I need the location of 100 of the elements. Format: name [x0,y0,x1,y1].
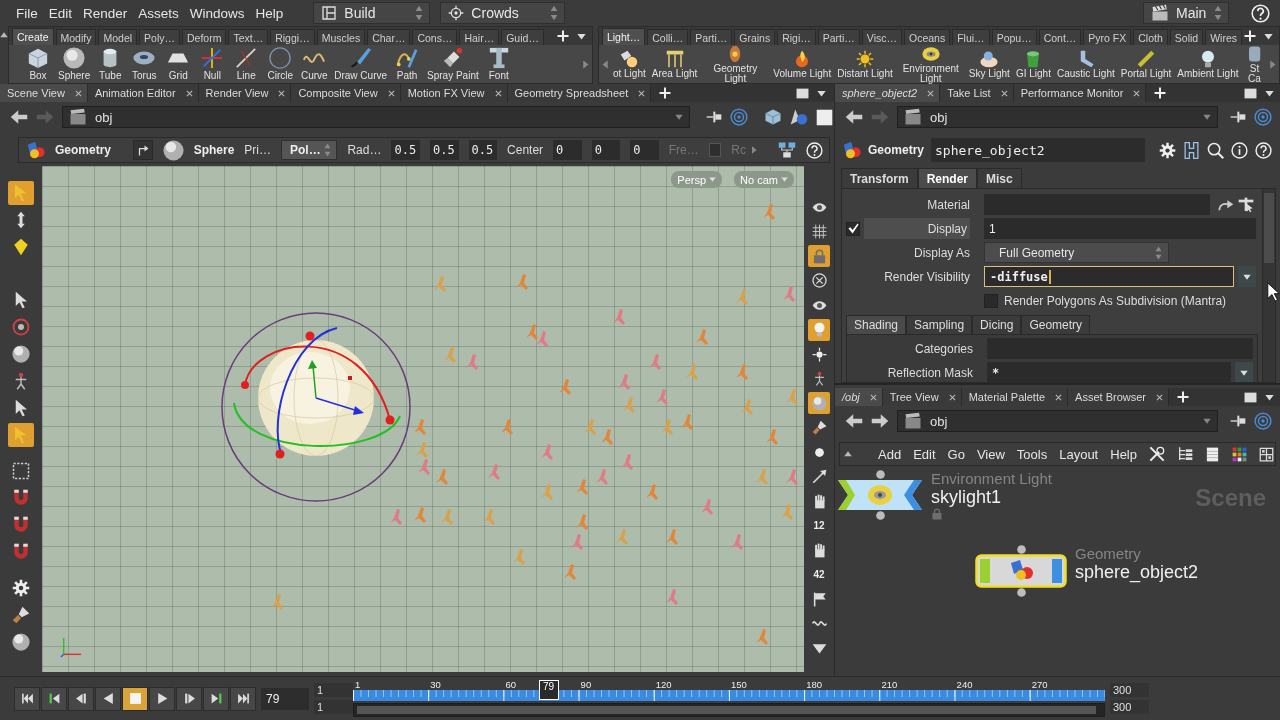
color-grid-icon[interactable] [1232,446,1247,462]
desktop-menu[interactable]: Main [1143,2,1229,24]
playback-button[interactable] [176,686,202,711]
folder-tab[interactable]: Dicing [972,315,1022,334]
menu-item[interactable]: Go [947,446,965,462]
shelf-tab[interactable]: Parti… [817,29,860,45]
dropdown-menu[interactable]: Pol… [281,140,338,160]
back-arrow-icon[interactable] [845,412,863,430]
input-field[interactable]: 1 [984,218,1256,239]
number-field[interactable]: 0.5 [391,140,420,160]
pane-tab[interactable]: Performance Monitor [1013,84,1147,102]
scrollbar[interactable] [1262,189,1275,382]
maximize-icon[interactable] [796,86,809,100]
menu-item[interactable]: File [16,5,38,21]
add-icon[interactable] [659,87,672,99]
shelf-tab[interactable]: Wires [1205,29,1242,45]
add-icon[interactable] [1244,30,1256,42]
help-icon[interactable] [806,141,823,159]
shelf-tool[interactable]: Volume Light [770,49,835,79]
shelf-tool[interactable]: Tube [93,47,128,81]
number-field[interactable]: 0.5 [468,140,498,160]
number-field[interactable]: 0 [553,140,582,160]
back-arrow-icon[interactable] [10,108,28,126]
shelf-tab[interactable]: Muscles [316,29,366,45]
start-frame-field[interactable]: 1 [314,700,353,714]
shelf-tab[interactable]: Light… [601,28,646,45]
input-field[interactable]: -diffuse [984,266,1234,287]
back-arrow-icon[interactable] [845,108,863,126]
close-icon[interactable] [1133,89,1141,97]
dropdown-menu[interactable]: Full Geometry [984,242,1169,263]
menu-button[interactable] [1238,266,1256,287]
menu-item[interactable]: Render [83,5,128,21]
shelf-tab[interactable]: Oceans [904,29,951,45]
menu-item[interactable]: Assets [138,5,179,21]
help-icon[interactable] [1251,3,1270,23]
shelf-tab[interactable]: Guid… [501,29,544,45]
shelf-tab[interactable]: Char… [367,29,411,45]
playback-button[interactable] [95,686,121,711]
shelf-tab[interactable]: Text… [228,29,269,45]
info-icon[interactable] [1231,141,1248,159]
sphere-geometry[interactable] [257,339,375,457]
shelf-tab[interactable]: Deform [182,29,227,45]
number-field[interactable]: 0 [630,140,659,160]
caret-down-icon[interactable] [1265,88,1274,98]
playback-button[interactable] [230,686,256,711]
playback-button[interactable] [14,686,40,711]
pane-tab[interactable]: Render View [198,84,292,102]
pane-tab[interactable]: Motion FX View [400,84,508,102]
shelf-tab[interactable]: Cont… [1038,29,1082,45]
shelf-tab[interactable]: Cloth [1133,29,1168,45]
pane-tab[interactable]: Material Palette [961,388,1069,406]
node-graph-icon[interactable] [778,141,796,159]
collapse-arrow-icon[interactable] [844,450,852,458]
shelf-tab[interactable]: Visc… [861,29,902,45]
shelf-tab[interactable]: Grains [734,29,776,45]
scroll-up-icon[interactable] [0,31,8,39]
shelf-tool[interactable]: Line [229,47,264,81]
shelf-tool[interactable]: Path [390,47,425,81]
pin-icon[interactable] [1230,413,1246,429]
shelf-tool[interactable]: Box [21,47,55,81]
hook-button[interactable] [133,140,153,160]
cone-and-ball-icon[interactable] [790,108,808,126]
shelf-tool[interactable]: Ambient Light [1174,49,1242,79]
display-option-button[interactable]: 42 [808,563,830,586]
shelf-tab[interactable]: Flui… [952,29,990,45]
close-icon[interactable] [948,393,956,401]
search-icon[interactable] [1207,141,1224,159]
shelf-tool[interactable]: Portal Light [1117,49,1175,79]
menu-item[interactable]: Help [1110,446,1137,462]
close-icon[interactable] [278,89,286,97]
shelf-tool[interactable]: Null [195,47,230,81]
playback-button[interactable] [68,686,94,711]
pin-icon[interactable] [706,109,722,125]
letter-h-icon[interactable] [1183,141,1200,159]
frame-field[interactable]: 79 [261,687,309,710]
forward-arrow-icon[interactable] [871,412,889,430]
add-icon[interactable] [556,30,569,42]
maximize-icon[interactable] [1244,86,1257,100]
end-frame-field[interactable]: 300 [1110,700,1149,714]
pane-tab[interactable]: Asset Browser [1068,388,1170,406]
pane-tab[interactable]: Geometry Spreadsheet [507,84,652,102]
menu-item[interactable]: Help [255,5,284,21]
input-port-icon[interactable] [875,470,885,479]
network-node[interactable] [975,554,1067,588]
close-icon[interactable] [927,89,935,97]
shelf-tab[interactable]: Model [98,29,138,45]
pick-icon[interactable] [1238,196,1254,213]
pane-tab[interactable]: Composite View [291,84,401,102]
list-icon[interactable] [1205,446,1220,462]
checkbox[interactable] [846,221,860,236]
shelf-tool[interactable]: Circle [263,47,298,81]
target-rings-icon[interactable] [730,108,748,126]
menu-item[interactable]: Edit [913,446,936,462]
folder-tab[interactable]: Render [917,168,978,188]
pane-tab[interactable]: Scene View [0,84,88,102]
playback-button[interactable] [41,686,67,711]
shelf-tab[interactable]: Poly… [139,29,180,45]
square-icon[interactable] [816,108,833,126]
shelf-tool[interactable]: Torus [127,47,162,81]
desktop-menu[interactable]: Crowds [440,2,566,24]
